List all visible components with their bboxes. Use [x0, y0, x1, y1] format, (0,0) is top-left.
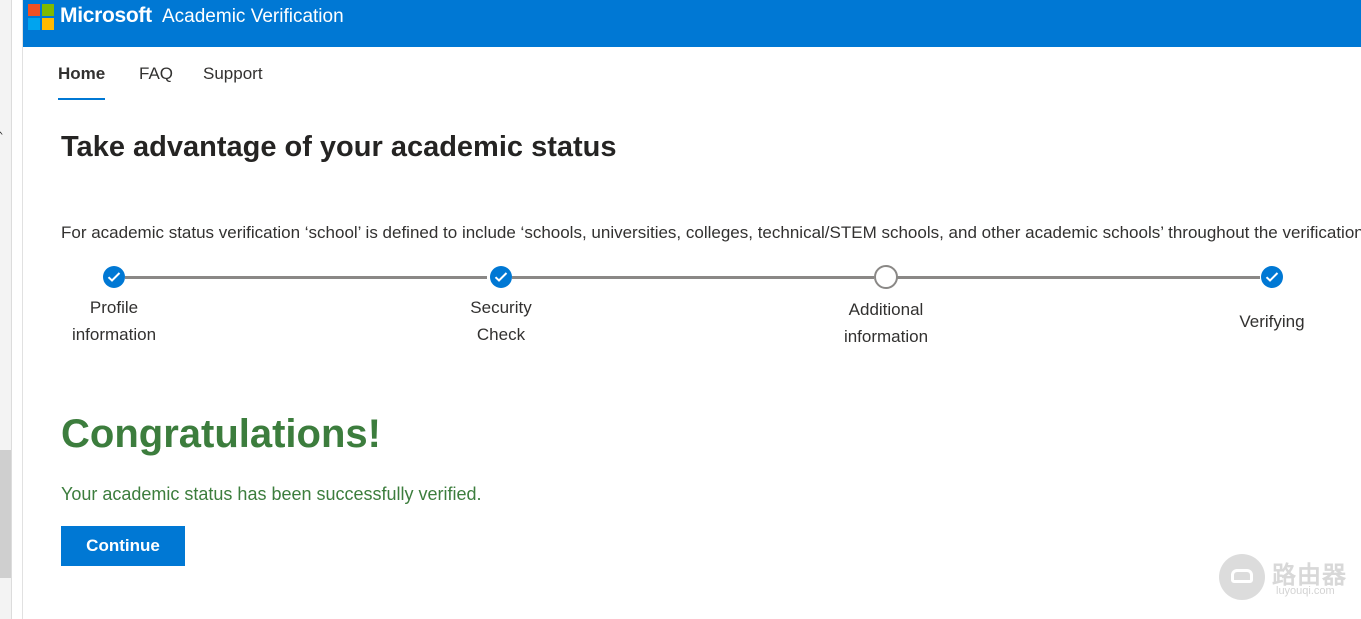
step-label-line: Verifying — [1239, 312, 1305, 331]
browser-left-rail: ‸ — [0, 0, 23, 619]
step-connector — [512, 276, 874, 279]
nav-support[interactable]: Support — [203, 64, 263, 84]
microsoft-logo-icon — [28, 4, 54, 30]
step-label-line: Check — [476, 325, 526, 344]
step-label-line: information — [71, 325, 157, 344]
app-title: Academic Verification — [162, 6, 344, 27]
brand-name[interactable]: Microsoft — [60, 4, 152, 28]
continue-button[interactable]: Continue — [61, 526, 185, 566]
step-label-line: information — [843, 327, 929, 346]
step-connector — [125, 276, 487, 279]
page-title: Take advantage of your academic status — [61, 131, 617, 163]
step-label-verifying: Verifying — [1192, 308, 1352, 335]
step-complete-check-icon — [1261, 266, 1283, 288]
school-definition-text: For academic status verification ‘school… — [61, 223, 1361, 242]
step-label-additional: Additional information — [806, 296, 966, 350]
chevron-up-icon[interactable]: ‸ — [0, 118, 3, 135]
step-label-security: Security Check — [421, 294, 581, 348]
congratulations-heading: Congratulations! — [61, 412, 381, 456]
nav-home[interactable]: Home — [58, 64, 106, 100]
step-label-line: Security — [470, 298, 532, 317]
scrollbar-thumb[interactable] — [0, 450, 11, 578]
step-incomplete-circle-icon — [874, 265, 898, 289]
nav-faq[interactable]: FAQ — [139, 64, 173, 84]
router-logo-icon — [1219, 554, 1265, 600]
success-message: Your academic status has been successful… — [61, 484, 482, 504]
step-complete-check-icon — [103, 266, 125, 288]
top-header: Microsoft Academic Verification — [23, 0, 1361, 47]
step-label-line: Additional — [848, 300, 924, 319]
step-label-line: Profile — [89, 298, 139, 317]
step-connector — [897, 276, 1260, 279]
site-watermark: 路由器 luyouqi.com — [1218, 553, 1358, 605]
step-complete-check-icon — [490, 266, 512, 288]
step-label-profile: Profile information — [34, 294, 194, 348]
watermark-url: luyouqi.com — [1276, 585, 1335, 597]
